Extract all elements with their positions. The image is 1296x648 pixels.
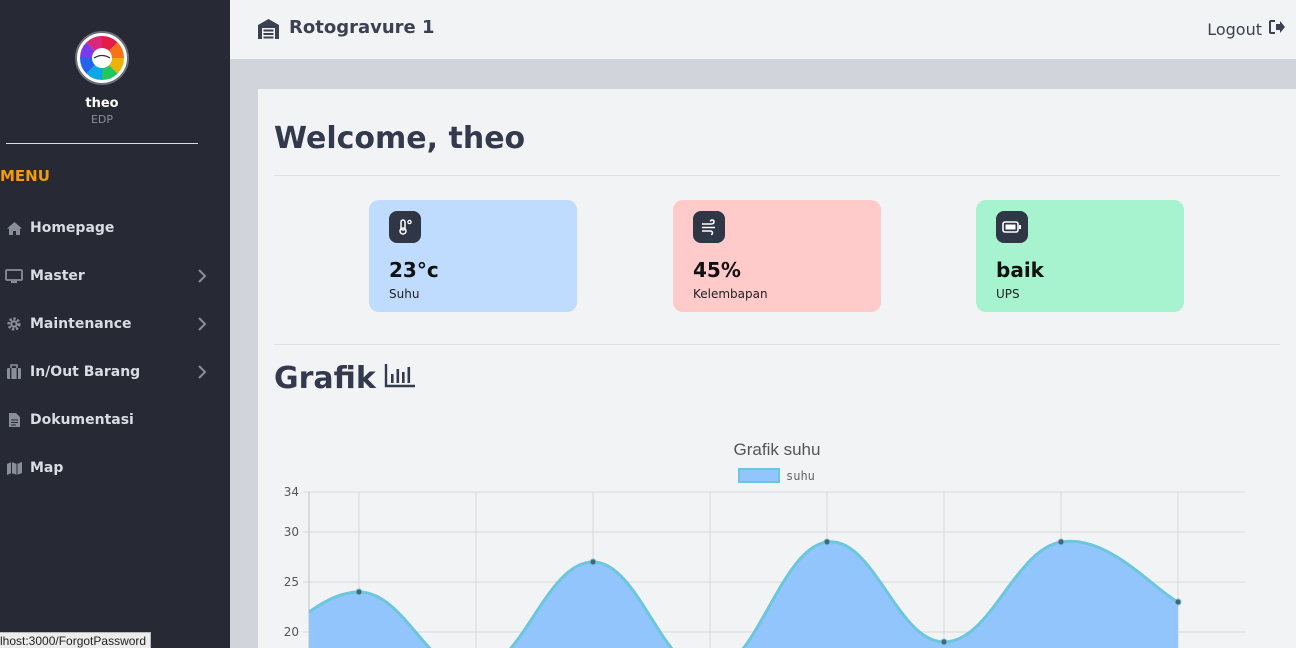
gear-icon: [3, 314, 25, 334]
data-point: [589, 558, 597, 566]
chart-y-axis: 20 25 30 34: [284, 485, 299, 639]
card-value: 45%: [693, 258, 741, 282]
line-chart: Grafik suhu suhu 20 25 30 34: [284, 440, 1245, 648]
sidebar-item-map[interactable]: Map: [0, 454, 215, 482]
y-tick-label: 30: [284, 525, 299, 539]
company-logo-avatar: [75, 31, 129, 85]
browser-status-url: lhost:3000/ForgotPassword: [0, 632, 152, 648]
sidebar-divider: [6, 143, 198, 144]
chevron-right-icon: [197, 364, 207, 384]
sign-out-icon: [1268, 19, 1286, 39]
sidebar-item-maintenance[interactable]: Maintenance: [0, 310, 215, 338]
thermometer-icon: [389, 211, 421, 243]
data-point: [823, 538, 831, 546]
briefcase-icon: [3, 362, 25, 382]
y-tick-label: 20: [284, 625, 299, 639]
sidebar-item-label: In/Out Barang: [30, 364, 141, 380]
logout-button[interactable]: Logout: [1207, 19, 1286, 39]
logout-label: Logout: [1207, 19, 1262, 39]
page-title: Rotogravure 1: [289, 17, 435, 38]
card-kelembapan: 45% Kelembapan: [673, 200, 881, 312]
chevron-right-icon: [197, 316, 207, 336]
sidebar: theo EDP MENU Homepage Master Maintenanc…: [0, 0, 230, 648]
menu-heading: MENU: [0, 167, 50, 185]
section-title: Grafik: [274, 361, 416, 396]
map-icon: [3, 458, 25, 478]
card-suhu: 23°c Suhu: [369, 200, 577, 312]
divider: [274, 175, 1280, 176]
y-tick-label: 34: [284, 485, 299, 499]
sidebar-item-label: Master: [30, 268, 85, 284]
document-icon: [3, 410, 25, 430]
data-point: [1174, 598, 1182, 606]
sidebar-item-label: Maintenance: [30, 316, 132, 332]
card-value: 23°c: [389, 258, 439, 282]
sidebar-item-label: Homepage: [30, 220, 115, 236]
main-content: Welcome, theo 23°c Suhu 45% Kelembapan b…: [258, 89, 1296, 648]
legend-label: suhu: [786, 469, 815, 483]
home-icon: [3, 218, 25, 238]
sidebar-item-in-out-barang[interactable]: In/Out Barang: [0, 358, 215, 386]
user-role: EDP: [90, 113, 114, 126]
legend-swatch: [738, 468, 780, 483]
warehouse-icon: [257, 18, 280, 44]
card-label: Kelembapan: [693, 287, 768, 301]
grafik-heading: Grafik: [274, 361, 376, 396]
card-label: Suhu: [389, 287, 420, 301]
card-value: baik: [996, 258, 1044, 282]
sidebar-item-label: Dokumentasi: [30, 412, 134, 428]
sidebar-item-dokumentasi[interactable]: Dokumentasi: [0, 406, 215, 434]
chart-legend: suhu: [738, 468, 815, 483]
y-tick-label: 25: [284, 575, 299, 589]
data-point: [355, 588, 363, 596]
content-gutter: [230, 89, 258, 648]
user-name: theo: [85, 96, 119, 111]
aperture-logo-icon: [79, 35, 125, 81]
data-point: [1057, 538, 1065, 546]
battery-icon: [996, 211, 1028, 243]
chart-title: Grafik suhu: [734, 440, 821, 459]
divider: [274, 344, 1280, 345]
welcome-heading: Welcome, theo: [274, 121, 526, 156]
monitor-icon: [3, 266, 25, 286]
sidebar-item-master[interactable]: Master: [0, 262, 215, 290]
card-label: UPS: [996, 287, 1020, 301]
header-band: [230, 59, 1296, 89]
bar-chart-icon: [384, 361, 416, 396]
data-point: [940, 638, 948, 646]
sidebar-item-label: Map: [30, 460, 64, 476]
chevron-right-icon: [197, 268, 207, 288]
card-ups: baik UPS: [976, 200, 1184, 312]
topbar: Rotogravure 1 Logout: [230, 0, 1296, 59]
sidebar-item-homepage[interactable]: Homepage: [0, 214, 215, 242]
wind-icon: [693, 211, 725, 243]
